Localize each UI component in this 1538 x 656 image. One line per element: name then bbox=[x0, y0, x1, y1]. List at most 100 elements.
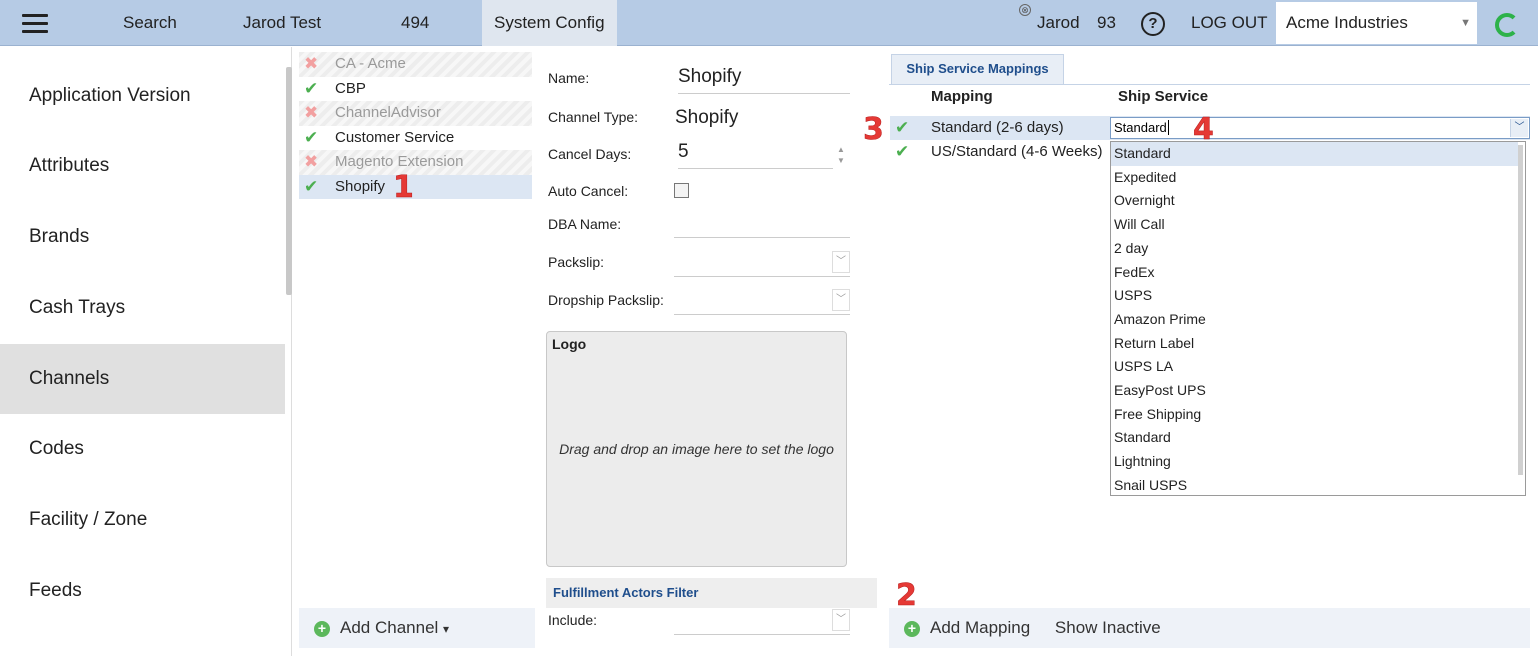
dropdown-option[interactable]: EasyPost UPS bbox=[1111, 379, 1518, 403]
channel-row[interactable]: ✖ CA - Acme bbox=[299, 52, 532, 77]
sidebar-item-cash-trays[interactable]: Cash Trays bbox=[0, 273, 285, 343]
channel-name: Shopify bbox=[335, 177, 386, 195]
dba-name-label: DBA Name: bbox=[548, 216, 622, 232]
show-inactive-button[interactable]: Show Inactive bbox=[1055, 618, 1161, 637]
auto-cancel-checkbox[interactable] bbox=[674, 183, 689, 198]
inactive-x-icon: ✖ bbox=[304, 152, 319, 171]
dropdown-option[interactable]: USPS bbox=[1111, 284, 1518, 308]
chevron-down-icon: ﹀ bbox=[832, 609, 850, 631]
channel-name: Magento Extension bbox=[335, 153, 464, 170]
add-channel-button[interactable]: + Add Channel ▾ bbox=[314, 618, 449, 637]
logout-button[interactable]: LOG OUT bbox=[1191, 0, 1268, 46]
settings-sidebar: Application Version Attributes Brands Ca… bbox=[0, 47, 292, 656]
mapping-name: Standard (2-6 days) bbox=[931, 119, 1064, 136]
dropdown-option[interactable]: FedEx bbox=[1111, 261, 1518, 285]
cancel-days-label: Cancel Days: bbox=[548, 146, 632, 162]
channel-name: CBP bbox=[335, 79, 366, 97]
chevron-down-icon[interactable]: ﹀ bbox=[1510, 119, 1528, 137]
channel-type-value: Shopify bbox=[675, 107, 739, 128]
packslip-select[interactable]: ﹀ bbox=[674, 249, 850, 277]
chevron-down-icon: ﹀ bbox=[832, 289, 850, 311]
channel-name: CA - Acme bbox=[335, 55, 406, 72]
nav-system-config[interactable]: System Config bbox=[482, 0, 617, 46]
channel-name: Customer Service bbox=[335, 128, 455, 146]
ship-service-column-header: Ship Service bbox=[1118, 88, 1209, 105]
nav-user-test[interactable]: Jarod Test bbox=[243, 0, 321, 46]
chevron-down-icon: ▼ bbox=[1460, 17, 1471, 29]
dropdown-scrollbar[interactable] bbox=[1518, 145, 1523, 475]
loading-spinner-icon bbox=[1495, 13, 1519, 37]
ship-service-dropdown-list: Standard Expedited Overnight Will Call 2… bbox=[1110, 141, 1526, 496]
dropdown-option[interactable]: Return Label bbox=[1111, 332, 1518, 356]
name-field[interactable]: Shopify bbox=[678, 66, 850, 94]
sidebar-item-application-version[interactable]: Application Version bbox=[0, 61, 285, 131]
add-mapping-button[interactable]: + Add Mapping bbox=[904, 618, 1035, 637]
dropdown-option[interactable]: Will Call bbox=[1111, 213, 1518, 237]
dropship-packslip-label: Dropship Packslip: bbox=[548, 292, 664, 308]
add-icon: + bbox=[314, 620, 330, 637]
inactive-x-icon: ✖ bbox=[304, 54, 319, 73]
dropdown-option[interactable]: Overnight bbox=[1111, 189, 1518, 213]
nav-count[interactable]: 494 bbox=[401, 0, 429, 46]
chevron-down-icon: ﹀ bbox=[832, 251, 850, 273]
channel-row[interactable]: ✖ ChannelAdvisor bbox=[299, 101, 532, 126]
channel-row[interactable]: ✖ Magento Extension bbox=[299, 150, 532, 175]
sidebar-item-channels[interactable]: Channels bbox=[0, 344, 285, 414]
channel-name: ChannelAdvisor bbox=[335, 104, 441, 121]
sidebar-item-codes[interactable]: Codes bbox=[0, 414, 285, 484]
ship-service-input-value: Standard bbox=[1114, 120, 1167, 135]
dropdown-option[interactable]: Standard bbox=[1111, 426, 1518, 450]
active-check-icon: ✔ bbox=[304, 127, 319, 147]
add-channel-label: Add Channel bbox=[340, 618, 439, 637]
sidebar-item-facility-zone[interactable]: Facility / Zone bbox=[0, 485, 285, 555]
channel-list: ✖ CA - Acme ✔ CBP ✖ ChannelAdvisor ✔ Cus… bbox=[299, 52, 532, 199]
dropdown-caret-icon: ▾ bbox=[443, 622, 450, 636]
close-user-icon[interactable]: ⊗ bbox=[1019, 4, 1031, 16]
annotation-marker-3: 3 bbox=[863, 112, 884, 148]
dropdown-option[interactable]: 2 day bbox=[1111, 237, 1518, 261]
dropdown-option[interactable]: Free Shipping bbox=[1111, 403, 1518, 427]
channel-row[interactable]: ✔ Customer Service bbox=[299, 126, 532, 151]
company-select[interactable]: Acme Industries ▼ bbox=[1276, 2, 1477, 44]
dba-name-field[interactable] bbox=[674, 210, 850, 238]
mapping-footer-bar: + Add Mapping Show Inactive bbox=[889, 608, 1530, 648]
user-count: 93 bbox=[1097, 13, 1116, 32]
inactive-x-icon: ✖ bbox=[304, 103, 319, 122]
active-check-icon: ✔ bbox=[895, 142, 910, 161]
channel-row[interactable]: ✔ CBP bbox=[299, 77, 532, 102]
logo-dropzone[interactable]: Logo Drag and drop an image here to set … bbox=[546, 331, 847, 567]
sidebar-item-brands[interactable]: Brands bbox=[0, 202, 285, 272]
mapping-name: US/Standard (4-6 Weeks) bbox=[931, 143, 1103, 160]
dropdown-option[interactable]: Lightning bbox=[1111, 450, 1518, 474]
user-name[interactable]: Jarod bbox=[1037, 0, 1080, 46]
dropdown-option-selected[interactable]: Standard bbox=[1111, 142, 1518, 166]
help-icon[interactable]: ? bbox=[1141, 12, 1165, 36]
auto-cancel-label: Auto Cancel: bbox=[548, 183, 629, 199]
sidebar-item-feeds[interactable]: Feeds bbox=[0, 556, 285, 626]
active-check-icon: ✔ bbox=[304, 176, 319, 196]
cancel-days-field[interactable]: 5 bbox=[678, 141, 833, 169]
logo-hint: Drag and drop an image here to set the l… bbox=[559, 441, 834, 457]
top-navigation-bar: Search Jarod Test 494 System Config ⊗ Ja… bbox=[0, 0, 1538, 46]
dropship-packslip-select[interactable]: ﹀ bbox=[674, 287, 850, 315]
channel-row-selected[interactable]: ✔ Shopify bbox=[299, 174, 532, 199]
name-label: Name: bbox=[548, 70, 590, 86]
channel-footer-bar: + Add Channel ▾ bbox=[299, 608, 535, 648]
nav-search[interactable]: Search bbox=[123, 0, 177, 46]
add-mapping-label: Add Mapping bbox=[930, 618, 1031, 637]
dropdown-option[interactable]: Snail USPS bbox=[1111, 474, 1518, 495]
include-select[interactable]: ﹀ bbox=[674, 607, 850, 635]
tab-ship-service-mappings[interactable]: Ship Service Mappings bbox=[891, 54, 1064, 84]
hamburger-menu-icon[interactable] bbox=[22, 14, 48, 34]
sidebar-scrollbar[interactable] bbox=[286, 67, 292, 295]
company-select-value: Acme Industries bbox=[1286, 13, 1408, 32]
number-stepper-icon[interactable]: ▲ ▼ bbox=[833, 144, 849, 168]
dropdown-option[interactable]: Amazon Prime bbox=[1111, 308, 1518, 332]
dropdown-option[interactable]: USPS LA bbox=[1111, 355, 1518, 379]
sidebar-item-attributes[interactable]: Attributes bbox=[0, 131, 285, 201]
ship-service-combobox[interactable]: Standard ﹀ bbox=[1110, 117, 1530, 139]
add-icon: + bbox=[904, 620, 920, 637]
include-label: Include: bbox=[548, 612, 598, 628]
annotation-marker-1: 1 bbox=[393, 170, 414, 206]
dropdown-option[interactable]: Expedited bbox=[1111, 166, 1518, 190]
